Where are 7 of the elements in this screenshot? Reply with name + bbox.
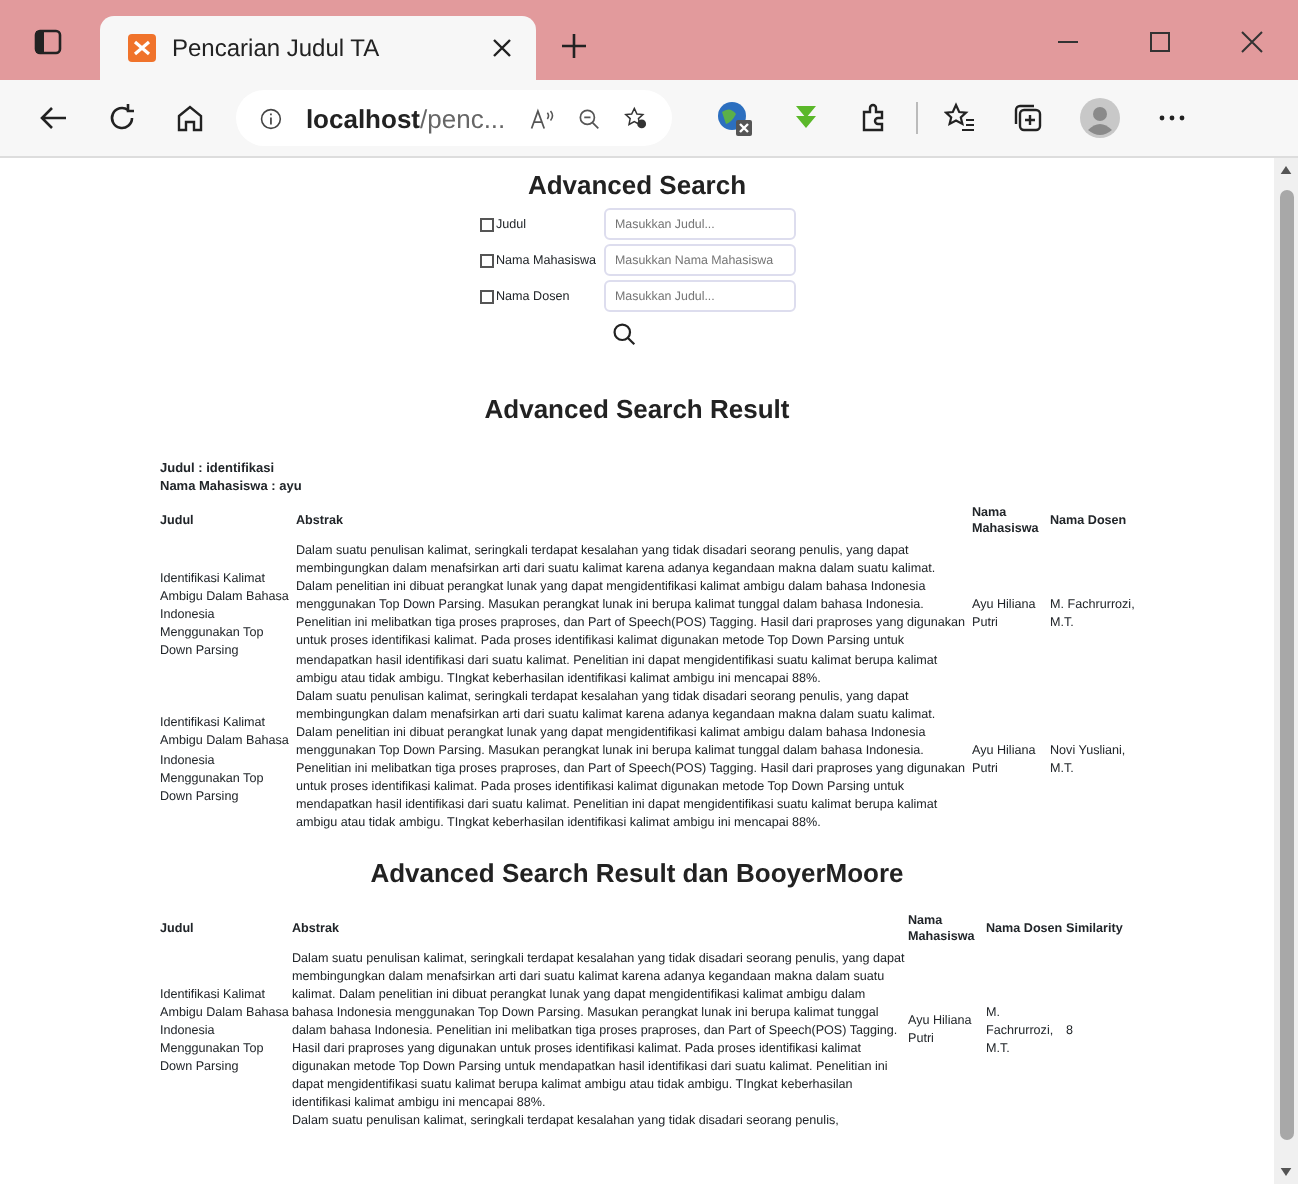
tab-title: Pencarian Judul TA	[172, 34, 382, 62]
section-heading: Advanced Search Result dan BooyerMoore	[368, 857, 906, 887]
address-bar[interactable]: localhost/penc...	[236, 90, 672, 146]
section-heading: Advanced Search Result	[482, 394, 792, 424]
page-heading: Advanced Search	[525, 170, 749, 200]
url-text: localhost/penc...	[305, 103, 506, 133]
browser-tab[interactable]: Pencarian Judul TA	[100, 16, 536, 80]
